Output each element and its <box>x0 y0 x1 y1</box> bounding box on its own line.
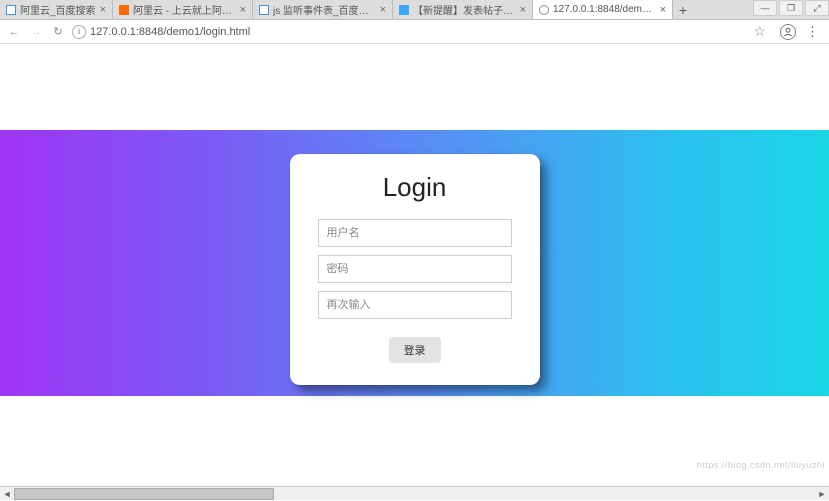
tab-title: js 监听事件表_百度搜索 <box>273 2 376 17</box>
browser-tab-0[interactable]: 阿里云_百度搜索 × <box>0 0 113 19</box>
site-info-icon[interactable]: i <box>72 25 86 39</box>
new-tab-button[interactable]: + <box>673 2 693 18</box>
tab-close-icon[interactable]: × <box>240 4 246 16</box>
watermark-text: https://blog.csdn.net/liuyuzhi <box>697 460 825 470</box>
browser-addressbar: ← → ↻ i 127.0.0.1:8848/demo1/login.html … <box>0 20 829 44</box>
browser-tab-1[interactable]: 阿里云 - 上云就上阿里云 × <box>113 0 253 19</box>
login-title: Login <box>383 172 447 203</box>
menu-icon[interactable]: ⋮ <box>802 24 823 40</box>
reload-button[interactable]: ↻ <box>50 24 66 40</box>
tab-close-icon[interactable]: × <box>520 4 526 16</box>
browser-tab-2[interactable]: js 监听事件表_百度搜索 × <box>253 0 393 19</box>
favicon-icon <box>119 5 129 15</box>
browser-tabbar: 阿里云_百度搜索×阿里云 - 上云就上阿里云×js 监听事件表_百度搜索×【新提… <box>0 0 829 20</box>
back-button[interactable]: ← <box>6 24 22 40</box>
tab-title: 阿里云 - 上云就上阿里云 <box>133 2 236 17</box>
scroll-left-arrow[interactable]: ◄ <box>0 487 14 501</box>
login-button[interactable]: 登录 <box>389 337 441 363</box>
tab-title: 【新提醒】发表帖子 - JavaScri <box>413 2 516 17</box>
favicon-icon <box>539 5 549 15</box>
tab-close-icon[interactable]: × <box>660 4 666 16</box>
url-field[interactable]: i 127.0.0.1:8848/demo1/login.html <box>72 25 747 39</box>
scroll-track[interactable] <box>14 487 815 501</box>
restore-button[interactable]: ⤢ <box>805 0 829 16</box>
maximize-button[interactable]: ❐ <box>779 0 803 16</box>
tab-close-icon[interactable]: × <box>100 4 106 16</box>
forward-button[interactable]: → <box>28 24 44 40</box>
url-text: 127.0.0.1:8848/demo1/login.html <box>90 26 250 38</box>
page-viewport: Login 登录 https://blog.csdn.net/liuyuzhi <box>0 44 829 486</box>
tab-title: 127.0.0.1:8848/demo1/login.h <box>553 4 656 15</box>
scroll-thumb[interactable] <box>14 488 274 500</box>
hero-gradient: Login 登录 <box>0 130 829 396</box>
tab-title: 阿里云_百度搜索 <box>20 2 96 17</box>
profile-icon[interactable] <box>780 24 796 40</box>
minimize-button[interactable]: — <box>753 0 777 16</box>
login-card: Login 登录 <box>290 154 540 385</box>
favicon-icon <box>259 5 269 15</box>
favicon-icon <box>6 5 16 15</box>
window-controls: — ❐ ⤢ <box>753 0 829 16</box>
browser-tab-3[interactable]: 【新提醒】发表帖子 - JavaScri × <box>393 0 533 19</box>
username-input[interactable] <box>318 219 512 247</box>
favicon-icon <box>399 5 409 15</box>
confirm-password-input[interactable] <box>318 291 512 319</box>
scroll-right-arrow[interactable]: ► <box>815 487 829 501</box>
bookmark-star-icon[interactable]: ☆ <box>753 23 766 40</box>
browser-tab-4[interactable]: 127.0.0.1:8848/demo1/login.h × <box>533 0 673 19</box>
tab-close-icon[interactable]: × <box>380 4 386 16</box>
horizontal-scrollbar[interactable]: ◄ ► <box>0 486 829 500</box>
password-input[interactable] <box>318 255 512 283</box>
